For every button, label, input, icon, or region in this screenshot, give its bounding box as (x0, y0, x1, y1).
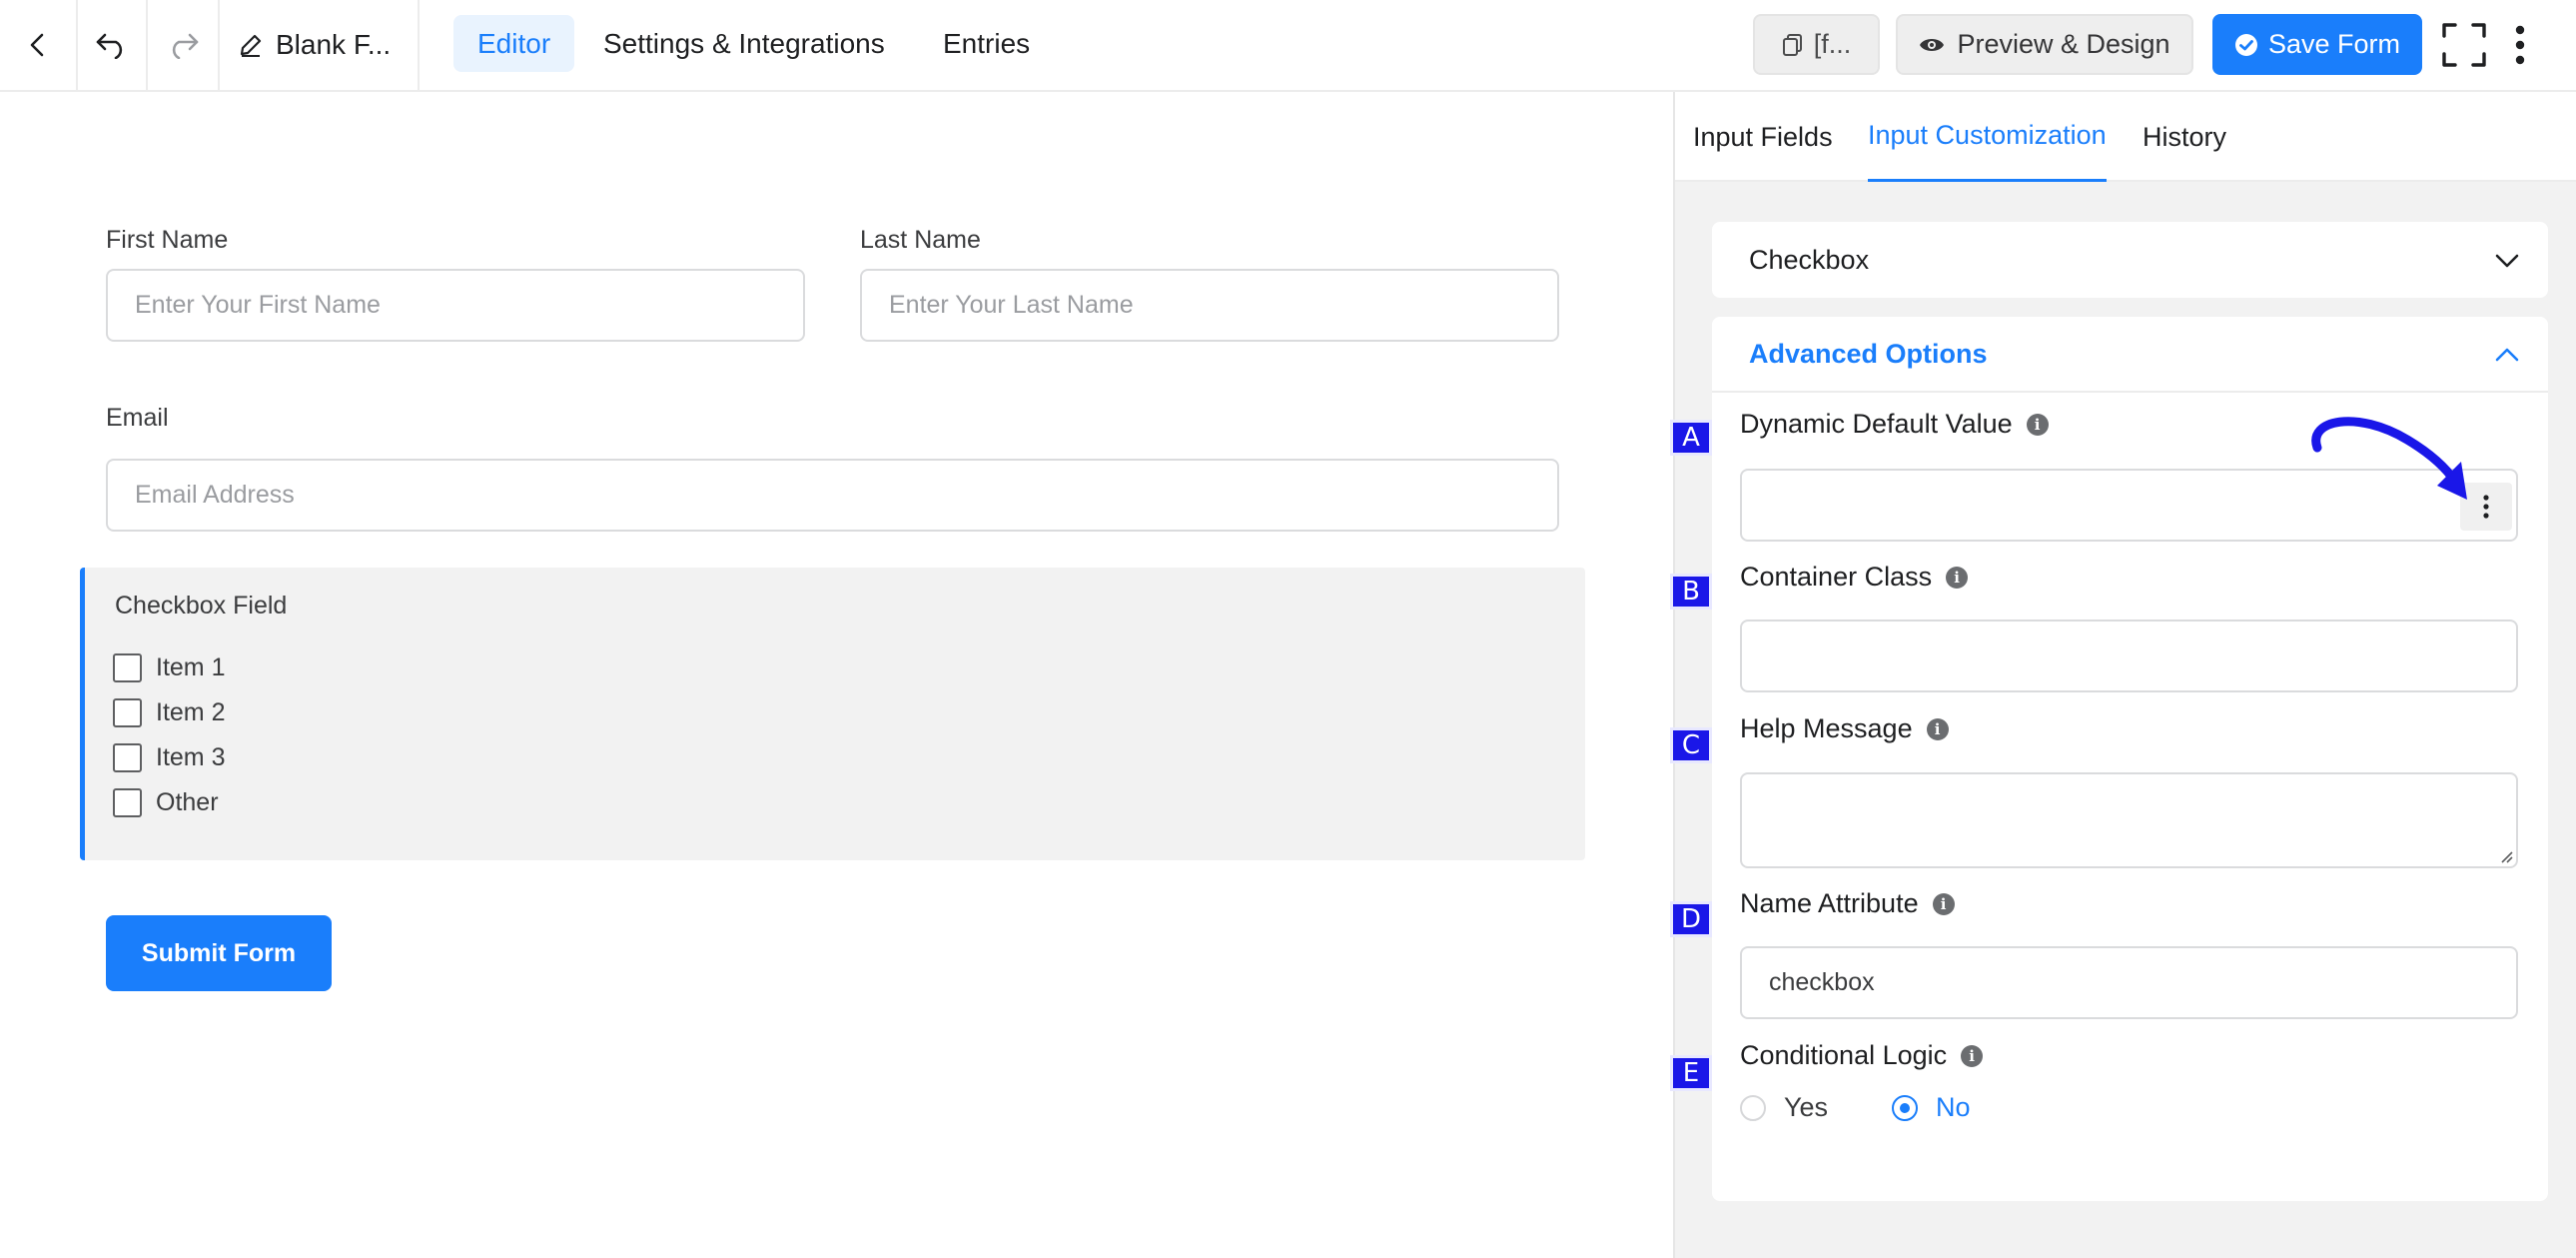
save-label: Save Form (2267, 29, 2401, 59)
fullscreen-button[interactable] (2441, 22, 2487, 68)
checkbox-item-label: Item 3 (156, 743, 226, 771)
checkbox-item[interactable]: Other (113, 788, 219, 817)
checkbox-item[interactable]: Item 2 (113, 698, 225, 727)
shortcode-label: [f... (1813, 29, 1852, 59)
checkbox-item-label: Item 1 (156, 653, 226, 681)
sidebar-tabs: Input Fields Input Customization History (1675, 92, 2576, 182)
last-name-input[interactable]: Enter Your Last Name (860, 269, 1559, 342)
help-message-label: Help Message i (1740, 713, 1949, 744)
last-name-label: Last Name (860, 226, 981, 254)
field-type-title: Checkbox (1749, 244, 1870, 275)
save-form-button[interactable]: Save Form (2212, 14, 2422, 75)
checkbox-box[interactable] (113, 653, 142, 682)
form-title: Blank F... (276, 29, 392, 60)
top-toolbar: Blank F... Editor Settings & Integration… (0, 0, 2576, 92)
preview-design-button[interactable]: Preview & Design (1896, 14, 2193, 75)
checkbox-box[interactable] (113, 788, 142, 817)
radio-yes[interactable] (1740, 1094, 1766, 1121)
tab-entries[interactable]: Entries (919, 15, 1054, 72)
form-title-button[interactable]: Blank F... (220, 0, 420, 90)
tab-settings-integrations[interactable]: Settings & Integrations (579, 15, 909, 72)
redo-button[interactable] (148, 0, 220, 90)
pencil-icon (240, 34, 262, 57)
shortcode-button[interactable]: [f... (1753, 14, 1880, 75)
checkbox-item[interactable]: Item 3 (113, 743, 225, 772)
info-icon[interactable]: i (1932, 892, 1955, 915)
resize-handle-icon[interactable] (2499, 849, 2513, 863)
checkbox-item-label: Item 2 (156, 698, 226, 726)
kebab-menu-icon (2483, 495, 2489, 519)
checkbox-item-label: Other (156, 788, 219, 816)
info-icon[interactable]: i (1946, 566, 1969, 589)
kebab-menu-icon (2515, 25, 2525, 65)
dynamic-default-label-text: Dynamic Default Value (1740, 409, 2013, 439)
conditional-logic-options: Yes No (1740, 1092, 1971, 1123)
checkbox-box[interactable] (113, 743, 142, 772)
copy-icon (1782, 33, 1802, 56)
chevron-down-icon (2495, 254, 2519, 268)
tab-input-fields[interactable]: Input Fields (1693, 92, 1833, 182)
info-icon[interactable]: i (1926, 717, 1949, 740)
container-class-label: Container Class i (1740, 562, 1969, 593)
name-attribute-label: Name Attribute i (1740, 888, 1955, 919)
radio-no[interactable] (1892, 1094, 1919, 1121)
first-name-input[interactable]: Enter Your First Name (106, 269, 805, 342)
redo-icon (172, 33, 199, 59)
help-message-textarea[interactable] (1740, 772, 2518, 868)
radio-no-label[interactable]: No (1936, 1092, 1971, 1123)
checkbox-field-block[interactable]: Checkbox Field Item 1 Item 2 Item 3 Othe… (80, 568, 1585, 860)
info-icon[interactable]: i (1961, 1044, 1984, 1067)
annotation-arrow-icon (2311, 417, 2467, 500)
annotation-marker-a: A (1670, 420, 1712, 456)
info-icon[interactable]: i (2026, 413, 2049, 436)
annotation-marker-e: E (1670, 1055, 1712, 1091)
conditional-logic-label-text: Conditional Logic (1740, 1040, 1948, 1070)
annotation-marker-c: C (1670, 727, 1712, 763)
name-attribute-label-text: Name Attribute (1740, 888, 1919, 918)
conditional-logic-label: Conditional Logic i (1740, 1040, 1984, 1071)
container-class-label-text: Container Class (1740, 562, 1933, 592)
undo-button[interactable] (78, 0, 148, 90)
advanced-options-header[interactable]: Advanced Options (1712, 317, 2548, 393)
chevron-left-icon (30, 33, 44, 57)
tab-history[interactable]: History (2143, 92, 2226, 182)
help-message-label-text: Help Message (1740, 713, 1913, 743)
back-button[interactable] (0, 0, 78, 90)
chevron-up-icon (2495, 348, 2519, 362)
field-type-section[interactable]: Checkbox (1712, 222, 2548, 298)
tab-editor[interactable]: Editor (453, 15, 575, 72)
container-class-input[interactable] (1740, 620, 2518, 692)
fullscreen-icon (2442, 23, 2486, 67)
annotation-marker-d: D (1670, 901, 1712, 937)
dynamic-default-label: Dynamic Default Value i (1740, 409, 2049, 440)
checkbox-box[interactable] (113, 698, 142, 727)
more-options-button[interactable] (2505, 20, 2535, 70)
email-label: Email (106, 404, 169, 432)
radio-yes-label[interactable]: Yes (1784, 1092, 1828, 1123)
tab-input-customization[interactable]: Input Customization (1868, 92, 2107, 182)
settings-sidebar: Input Fields Input Customization History… (1673, 92, 2576, 1258)
advanced-options-title: Advanced Options (1749, 338, 1988, 369)
email-input[interactable]: Email Address (106, 459, 1559, 532)
checkbox-field-title: Checkbox Field (115, 592, 288, 620)
checkbox-item[interactable]: Item 1 (113, 653, 225, 682)
check-circle-icon (2234, 33, 2257, 56)
submit-form-button[interactable]: Submit Form (106, 915, 332, 991)
eye-icon (1920, 38, 1945, 51)
name-attribute-input[interactable]: checkbox (1740, 946, 2518, 1019)
first-name-label: First Name (106, 226, 229, 254)
undo-icon (96, 33, 123, 59)
preview-label: Preview & Design (1957, 29, 2170, 59)
annotation-marker-b: B (1670, 574, 1712, 610)
